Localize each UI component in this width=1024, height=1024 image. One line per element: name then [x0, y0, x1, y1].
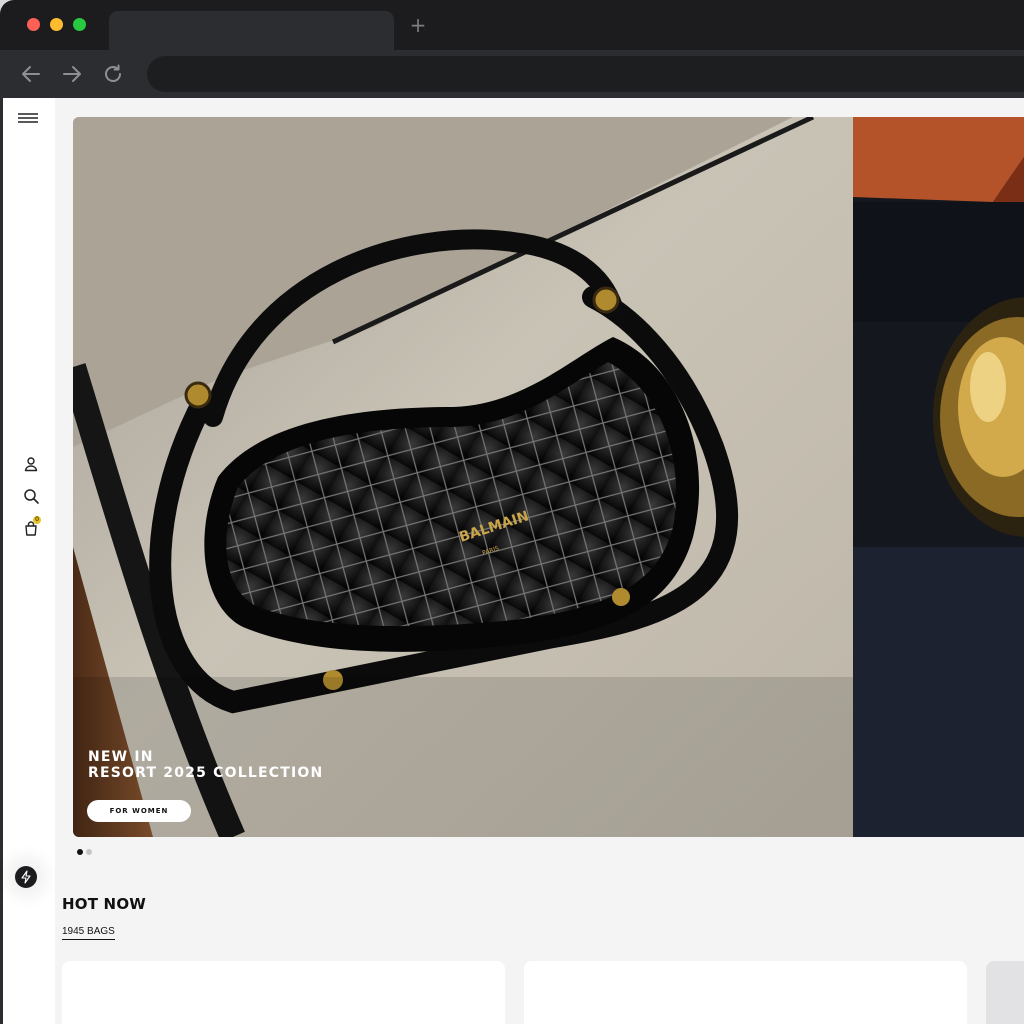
- carousel-dot[interactable]: [86, 849, 92, 855]
- new-tab-button[interactable]: +: [408, 14, 428, 36]
- hero-bag-photo: BALMAIN PARIS: [73, 117, 853, 837]
- carousel-dot[interactable]: [77, 849, 83, 855]
- shopping-bag-icon[interactable]: 0: [22, 516, 41, 537]
- browser-tab[interactable]: [109, 11, 394, 50]
- sidebar: 0: [0, 98, 55, 1024]
- web-page: 0 BALMAIN PARIS NEW IN RESORT 2025 COLLE…: [0, 98, 1024, 1024]
- browser-toolbar: [0, 50, 1024, 98]
- hero-headline: NEW IN RESORT 2025 COLLECTION: [88, 749, 323, 781]
- back-button[interactable]: [19, 62, 43, 86]
- next-slide-preview[interactable]: [853, 117, 1024, 837]
- back-arrow-icon: [22, 66, 40, 82]
- hero-banner[interactable]: BALMAIN PARIS NEW IN RESORT 2025 COLLECT…: [73, 117, 853, 837]
- bags-category-link[interactable]: 1945 BAGS: [62, 926, 115, 940]
- reload-icon: [105, 64, 121, 82]
- maximize-window-button[interactable]: [73, 18, 86, 31]
- cart-count-badge: 0: [33, 516, 41, 524]
- lightning-icon: [21, 870, 31, 884]
- close-window-button[interactable]: [27, 18, 40, 31]
- next-slide-photo: [853, 117, 1024, 837]
- reload-button[interactable]: [101, 62, 125, 86]
- product-card[interactable]: [524, 961, 967, 1024]
- hero-eyebrow: NEW IN: [88, 749, 154, 765]
- menu-icon[interactable]: [16, 110, 40, 126]
- search-icon[interactable]: [22, 487, 40, 505]
- product-card[interactable]: [62, 961, 505, 1024]
- section-title: HOT NOW: [62, 895, 147, 913]
- user-icon[interactable]: [22, 455, 40, 473]
- minimize-window-button[interactable]: [50, 18, 63, 31]
- address-bar[interactable]: [147, 56, 1024, 92]
- hero-collection-title: RESORT 2025 COLLECTION: [88, 765, 324, 781]
- browser-titlebar: +: [0, 0, 1024, 50]
- quick-action-button[interactable]: [15, 866, 37, 888]
- for-women-button[interactable]: FOR WOMEN: [87, 800, 191, 822]
- forward-arrow-icon: [63, 66, 81, 82]
- product-card[interactable]: [986, 961, 1024, 1024]
- browser-window: + 0 BALMAIN PARIS NEW IN RESORT 2025 COL…: [0, 0, 1024, 1024]
- forward-button[interactable]: [60, 62, 84, 86]
